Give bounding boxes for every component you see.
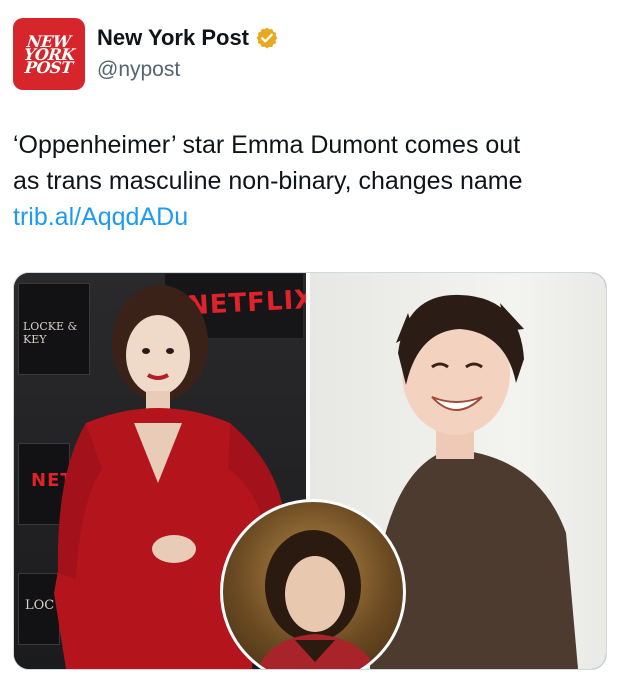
avatar-logo-line-3: POST (24, 57, 74, 77)
tweet-media[interactable]: LOCKE & KEY NETFLIX NET LOC (13, 272, 607, 670)
account-display-name[interactable]: New York Post (97, 25, 249, 51)
tweet-text-line-1: ‘Oppenheimer’ star Emma Dumont comes out (13, 131, 521, 159)
inset-circle-photo[interactable] (220, 499, 406, 669)
account-avatar[interactable]: NEW YORK POST (13, 18, 85, 90)
tweet-text-line-2: as trans masculine non-binary, changes n… (13, 167, 523, 195)
account-handle[interactable]: @nypost (97, 58, 180, 82)
tweet-text: ‘Oppenheimer’ star Emma Dumont comes out… (13, 127, 603, 235)
tweet-card: NEW YORK POST New York Post @nypost ‘Opp… (0, 0, 618, 680)
tweet-link[interactable]: trib.al/AqqdADu (13, 203, 188, 231)
person-figure-inset (257, 530, 376, 669)
account-name-row: New York Post (97, 25, 279, 51)
verified-badge-icon (256, 27, 278, 49)
